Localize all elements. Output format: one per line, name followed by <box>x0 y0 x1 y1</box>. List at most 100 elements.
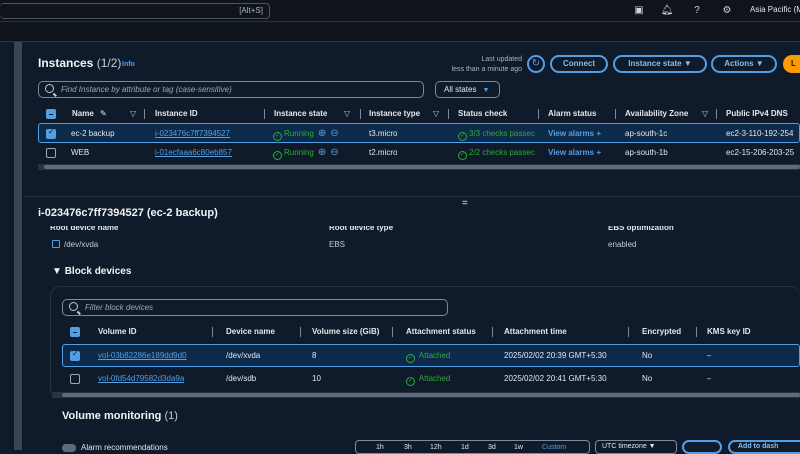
col-name[interactable]: Name <box>72 104 94 124</box>
refresh-icon: ↻ <box>531 58 541 69</box>
col-kms-key[interactable]: KMS key ID <box>707 322 751 342</box>
col-encrypted[interactable]: Encrypted <box>642 322 681 342</box>
view-alarms-link[interactable]: View alarms + <box>548 124 601 144</box>
attachment-status: ✓ Attached <box>406 351 451 363</box>
col-volume-size[interactable]: Volume size (GiB) <box>312 322 379 342</box>
root-device-type: EBS <box>329 240 346 249</box>
timezone-select[interactable]: UTC timezone ▼ <box>595 440 677 454</box>
instances-scrollbar[interactable] <box>38 164 800 170</box>
caret-down-icon: ▼ <box>52 266 62 277</box>
help-icon[interactable]: ? <box>690 4 704 18</box>
col-status-check[interactable]: Status check <box>458 104 507 124</box>
col-instance-state[interactable]: Instance state <box>274 104 327 124</box>
bell-icon[interactable]: 🔔︎ <box>660 4 674 18</box>
zoom-in-icon: ⊕ <box>317 128 327 139</box>
table-row[interactable]: WEB i-01ecfaaa6c80eb857 ✓ Running ⊕ ⊖ t2.mi… <box>38 143 800 163</box>
col-alarm-status[interactable]: Alarm status <box>548 104 596 124</box>
top-nav-bar: [Alt+S] ▣ 🔔︎ ? ⚙ Asia Pacific (Mu <box>0 0 800 22</box>
row-checkbox[interactable] <box>46 148 56 158</box>
sort-icon[interactable]: ▽ <box>130 104 136 124</box>
col-instance-type[interactable]: Instance type <box>369 104 420 124</box>
block-devices-title[interactable]: ▼ Block devices <box>52 266 131 277</box>
sort-icon[interactable]: ▽ <box>433 104 439 124</box>
search-icon <box>45 84 54 93</box>
table-row[interactable]: vol-0fd54d79582d3da9a /dev/sdb 10 ✓ Atta… <box>62 368 800 390</box>
cloudshell-icon[interactable]: ▣ <box>632 4 646 18</box>
kms-key: – <box>707 351 712 360</box>
public-dns: ec2-3-110-192-254 <box>726 129 794 138</box>
info-link[interactable]: Info <box>122 61 135 68</box>
encrypted: No <box>642 351 653 360</box>
select-all-checkbox[interactable] <box>70 327 80 337</box>
refresh-monitoring-button[interactable] <box>682 440 722 454</box>
availability-zone: ap-south-1c <box>625 129 668 138</box>
row-checkbox[interactable] <box>70 374 80 384</box>
pencil-icon: ✎ <box>100 109 107 118</box>
col-device-name[interactable]: Device name <box>226 322 275 342</box>
sort-icon[interactable]: ▽ <box>702 104 708 124</box>
table-row[interactable]: vol-03b82286e189dd9d0 /dev/xvda 8 ✓ Atta… <box>62 344 800 367</box>
zoom-out-icon: ⊖ <box>330 128 339 139</box>
public-dns: ec2-15-206-203-25 <box>726 148 795 157</box>
col-instance-id[interactable]: Instance ID <box>155 104 198 124</box>
col-attachment-status[interactable]: Attachment status <box>406 322 476 342</box>
select-all-checkbox[interactable] <box>46 109 56 119</box>
volume-id-link[interactable]: vol-0fd54d79582d3da9a <box>98 368 184 390</box>
alarm-recommendations-toggle[interactable] <box>62 444 76 452</box>
instance-id-link[interactable]: i-01ecfaaa6c80eb857 <box>155 143 232 163</box>
launch-instances-button[interactable]: L <box>783 55 800 73</box>
col-availability-zone[interactable]: Availability Zone <box>625 104 688 124</box>
block-scrollbar[interactable] <box>52 392 800 398</box>
check-circle-icon: ✓ <box>458 132 467 141</box>
device-name: /dev/xvda <box>226 351 261 360</box>
search-shortcut-hint: [Alt+S] <box>239 6 263 15</box>
global-search-input[interactable]: [Alt+S] <box>0 3 270 19</box>
col-attachment-time[interactable]: Attachment time <box>504 322 567 342</box>
table-row[interactable]: ec-2 backup i-023476c7ff7394527 ✓Running… <box>38 123 800 143</box>
sidebar-collapsed[interactable] <box>14 42 22 450</box>
caret-down-icon: ▼ <box>482 87 490 94</box>
device-name: /dev/sdb <box>226 374 257 383</box>
encrypted: No <box>642 374 653 383</box>
attachment-status: ✓ Attached <box>406 374 451 386</box>
check-circle-icon: ✓ <box>273 151 282 160</box>
row-checkbox[interactable] <box>70 349 80 361</box>
sort-icon[interactable]: ▽ <box>344 104 350 124</box>
volume-id-link[interactable]: vol-03b82286e189dd9d0 <box>98 345 187 367</box>
actions-button[interactable]: Actions ▼ <box>711 55 777 73</box>
check-circle-icon: ✓ <box>273 132 282 141</box>
status-check: ✓ 2/2 checks passec <box>458 148 535 160</box>
refresh-button[interactable]: ↻ <box>527 55 545 73</box>
availability-zone: ap-south-1b <box>625 148 668 157</box>
attachment-time: 2025/02/02 20:39 GMT+5:30 <box>504 351 607 360</box>
instance-filter-input[interactable]: Find Instance by attribute or tag (case-… <box>38 81 424 98</box>
region-selector[interactable]: Asia Pacific (Mu <box>750 5 800 14</box>
kms-key: – <box>707 374 712 383</box>
instances-table-header: Name ✎ ▽ Instance ID Instance state ▽ In… <box>38 104 800 124</box>
volume-size: 10 <box>312 374 321 383</box>
col-volume-id[interactable]: Volume ID <box>98 322 137 342</box>
block-filter-input[interactable]: Filter block devices <box>62 299 448 316</box>
col-public-dns[interactable]: Public IPv4 DNS <box>726 104 788 124</box>
instance-name: ec-2 backup <box>71 129 115 138</box>
instance-state-button[interactable]: Instance state ▼ <box>613 55 707 73</box>
row-checkbox[interactable] <box>46 127 56 139</box>
alarm-recommendations-label: Alarm recommendations <box>81 443 168 452</box>
instance-id-link[interactable]: i-023476c7ff7394527 <box>155 124 230 144</box>
ebs-optimization: enabled <box>608 240 637 249</box>
root-device-name-label: Root device name <box>50 226 119 232</box>
connect-button[interactable]: Connect <box>550 55 608 73</box>
check-circle-icon: ✓ <box>406 354 415 363</box>
time-range-selector[interactable]: 1h 3h 12h 1d 3d 1w Custom <box>355 440 590 454</box>
root-device-name: /dev/xvda <box>52 240 98 249</box>
attachment-time: 2025/02/02 20:41 GMT+5:30 <box>504 374 607 383</box>
secondary-bar <box>0 22 800 42</box>
view-alarms-link[interactable]: View alarms + <box>548 143 601 163</box>
add-to-dashboard-button[interactable]: Add to dash <box>728 440 800 454</box>
states-select[interactable]: All states ▼ <box>435 81 500 98</box>
instance-type: t3.micro <box>369 129 398 138</box>
copy-icon <box>52 240 60 248</box>
resize-handle[interactable]: = <box>462 198 468 209</box>
instances-title: Instances (1/2) <box>38 56 122 70</box>
gear-icon[interactable]: ⚙ <box>720 4 734 18</box>
